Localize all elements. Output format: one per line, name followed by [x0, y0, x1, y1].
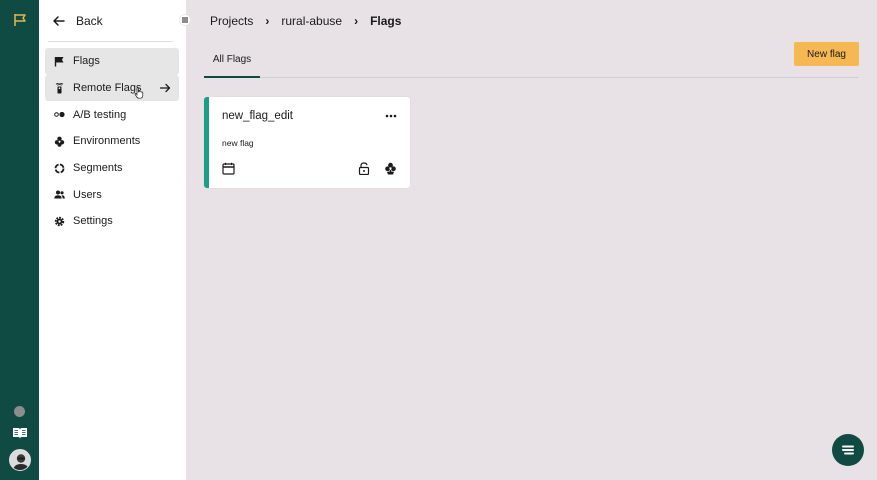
- calendar-icon[interactable]: [222, 162, 235, 175]
- gear-icon: [54, 216, 65, 227]
- arrow-right-icon[interactable]: [159, 82, 171, 94]
- environments-icon: [54, 136, 65, 147]
- project-sidebar: Back Flags Remote Flags A/B testing Envi…: [39, 0, 191, 480]
- breadcrumb: Projects › rural-abuse › Flags: [210, 12, 401, 30]
- new-flag-button[interactable]: New flag: [794, 42, 859, 66]
- breadcrumb-current: Flags: [370, 14, 402, 28]
- chevron-right-icon: ›: [265, 14, 270, 28]
- chat-launcher-button[interactable]: [832, 434, 864, 466]
- flag-name: new_flag_edit: [222, 110, 293, 122]
- sidebar-item-flags[interactable]: Flags: [45, 48, 179, 75]
- flag-logo-icon[interactable]: [12, 12, 28, 28]
- environments-icon[interactable]: [384, 162, 397, 175]
- flag-icon: [54, 56, 65, 67]
- sidebar-item-label: A/B testing: [73, 108, 127, 121]
- sidebar-item-environments[interactable]: Environments: [45, 128, 179, 155]
- sidebar-item-label: Settings: [73, 215, 113, 228]
- sidebar-item-settings[interactable]: Settings: [45, 208, 179, 235]
- sidebar-item-ab-testing[interactable]: A/B testing: [45, 101, 179, 128]
- book-icon[interactable]: [12, 426, 28, 440]
- sidebar-item-label: Segments: [73, 162, 123, 175]
- more-options-icon[interactable]: [385, 110, 397, 122]
- sidebar-item-segments[interactable]: Segments: [45, 155, 179, 182]
- tab-active-indicator: [204, 76, 260, 78]
- menu-icon: [179, 14, 191, 26]
- tab-divider: [260, 77, 859, 78]
- chat-icon: [842, 445, 854, 455]
- sidebar-item-remote-flags[interactable]: Remote Flags: [45, 74, 179, 102]
- chevron-right-icon: ›: [354, 14, 359, 28]
- back-label: Back: [76, 14, 103, 28]
- unlock-icon[interactable]: [358, 162, 370, 175]
- hand-cursor-icon: [134, 87, 144, 99]
- breadcrumb-project[interactable]: rural-abuse: [281, 14, 342, 28]
- sidebar-nav: Flags Remote Flags A/B testing Environme…: [45, 48, 179, 235]
- sidebar-divider: [48, 41, 173, 42]
- back-button[interactable]: Back: [52, 12, 103, 30]
- remote-icon: [54, 82, 65, 94]
- sidebar-item-users[interactable]: Users: [45, 181, 179, 208]
- card-status-stripe: [204, 97, 209, 188]
- flag-description: new flag: [222, 138, 254, 148]
- flag-card[interactable]: new_flag_edit new flag: [204, 97, 410, 188]
- segments-icon: [54, 163, 65, 174]
- breadcrumb-projects[interactable]: Projects: [210, 14, 253, 28]
- users-icon: [54, 189, 65, 200]
- sidebar-item-label: Users: [73, 188, 102, 201]
- arrow-left-icon: [53, 16, 65, 26]
- user-avatar[interactable]: [9, 449, 31, 471]
- sidebar-item-label: Remote Flags: [73, 82, 142, 95]
- app-rail: [0, 0, 39, 480]
- sidebar-item-label: Environments: [73, 135, 141, 148]
- ab-testing-icon: [54, 109, 65, 120]
- status-dot: [14, 406, 25, 417]
- sidebar-item-label: Flags: [73, 55, 100, 68]
- collapse-sidebar-button[interactable]: [179, 13, 191, 26]
- tab-all-flags[interactable]: All Flags: [204, 54, 260, 77]
